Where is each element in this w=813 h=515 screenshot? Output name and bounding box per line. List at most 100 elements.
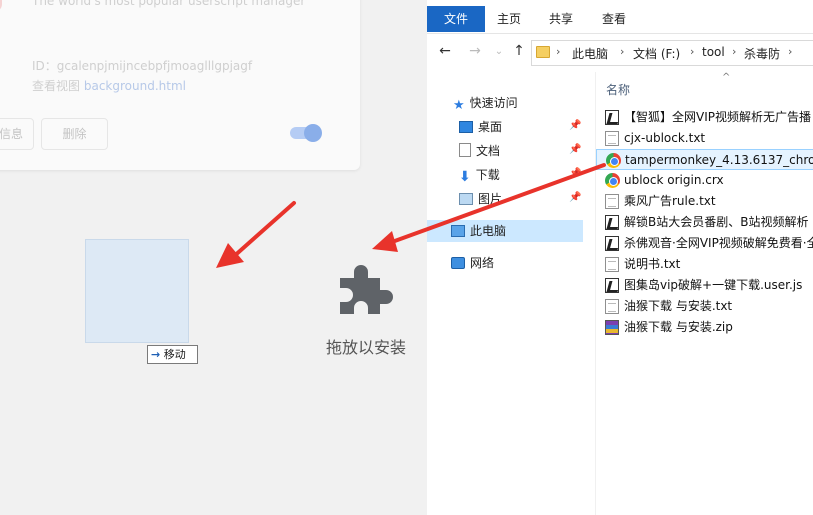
file-row[interactable]: ublock origin.crx bbox=[596, 170, 813, 191]
pin-icon[interactable]: 📌 bbox=[569, 192, 581, 203]
js-file-icon bbox=[605, 110, 619, 125]
file-row[interactable]: 【智狐】全网VIP视频解析无广告播 bbox=[596, 107, 813, 128]
nav-network-label: 网络 bbox=[470, 256, 495, 270]
forward-arrow-icon[interactable]: → bbox=[467, 43, 483, 59]
inspect-views: 查看视图 background.html bbox=[32, 77, 186, 94]
file-row[interactable]: 解锁B站大会员番剧、B站视频解析 bbox=[596, 212, 813, 233]
extension-card: The world's most popular userscript mana… bbox=[0, 0, 360, 170]
nav-pictures[interactable]: 图片 bbox=[459, 188, 502, 210]
nav-downloads-label: 下载 bbox=[475, 168, 500, 182]
nav-pictures-label: 图片 bbox=[478, 192, 503, 206]
puzzle-piece-icon bbox=[340, 265, 393, 314]
file-name: tampermonkey_4.13.6137_chrom bbox=[625, 153, 813, 167]
file-row[interactable]: 乘风广告rule.txt bbox=[596, 191, 813, 212]
txt-file-icon bbox=[605, 257, 619, 272]
tab-view[interactable]: 查看 bbox=[602, 7, 626, 31]
nav-quick-access[interactable]: ★ 快速访问 bbox=[453, 92, 518, 114]
file-name: 图集岛vip破解+一键下载.user.js bbox=[624, 278, 803, 292]
address-toolbar: ← → ⌄ ↑ › 此电脑 › 文档 (F:) › tool › 杀毒防 › bbox=[427, 34, 813, 72]
file-name: ublock origin.crx bbox=[624, 173, 724, 187]
nav-documents[interactable]: 文档 bbox=[459, 140, 500, 162]
recent-chevron-icon[interactable]: ⌄ bbox=[491, 46, 507, 57]
breadcrumb-separator-icon: › bbox=[690, 45, 695, 58]
extension-id: ID：gcalenpjmijncebpfjmoaglllgpjagf bbox=[32, 59, 253, 73]
address-bar[interactable]: › 此电脑 › 文档 (F:) › tool › 杀毒防 › bbox=[531, 40, 813, 66]
txt-file-icon bbox=[605, 299, 619, 314]
inspect-views-label: 查看视图 bbox=[32, 79, 81, 93]
sort-ascending-icon: ^ bbox=[722, 72, 731, 83]
file-row[interactable]: 油猴下载 与安装.txt bbox=[596, 296, 813, 317]
breadcrumb-separator-icon: › bbox=[788, 45, 793, 58]
breadcrumb-separator-icon: › bbox=[556, 45, 561, 58]
file-row[interactable]: 杀佛观音·全网VIP视频破解免费看·全 bbox=[596, 233, 813, 254]
file-name: 解锁B站大会员番剧、B站视频解析 bbox=[624, 215, 809, 229]
file-name: 油猴下载 与安装.zip bbox=[624, 320, 733, 334]
download-arrow-icon: ⬇ bbox=[459, 169, 471, 185]
tab-file[interactable]: 文件 bbox=[427, 6, 485, 32]
remove-button[interactable]: 删除 bbox=[41, 118, 108, 150]
background-page-link[interactable]: background.html bbox=[84, 79, 186, 93]
tab-share[interactable]: 共享 bbox=[549, 7, 573, 31]
file-name: 【智狐】全网VIP视频解析无广告播 bbox=[624, 110, 811, 124]
enable-toggle[interactable] bbox=[290, 124, 322, 142]
pin-icon[interactable]: 📌 bbox=[569, 144, 581, 155]
up-arrow-icon[interactable]: ↑ bbox=[511, 43, 527, 59]
extensions-page: The world's most popular userscript mana… bbox=[0, 0, 427, 515]
tab-home[interactable]: 主页 bbox=[497, 7, 521, 31]
extension-description: The world's most popular userscript mana… bbox=[32, 0, 306, 8]
file-row[interactable]: tampermonkey_4.13.6137_chrom bbox=[596, 149, 813, 170]
file-name: 说明书.txt bbox=[624, 257, 681, 271]
desktop-icon bbox=[459, 121, 473, 133]
drop-to-install-label: 拖放以安装 bbox=[326, 338, 407, 357]
back-arrow-icon[interactable]: ← bbox=[437, 43, 453, 59]
nav-network[interactable]: 网络 bbox=[451, 252, 494, 274]
breadcrumb-tool[interactable]: tool bbox=[702, 45, 725, 59]
file-row[interactable]: 说明书.txt bbox=[596, 254, 813, 275]
nav-downloads[interactable]: ⬇ 下载 bbox=[459, 164, 500, 186]
crx-file-icon bbox=[605, 173, 620, 188]
js-file-icon bbox=[605, 236, 619, 251]
breadcrumb-antivirus[interactable]: 杀毒防 bbox=[744, 45, 780, 62]
navigation-pane: ★ 快速访问 桌面 📌 文档 📌 ⬇ 下载 📌 图片 📌 此电脑 网络 bbox=[427, 72, 587, 515]
breadcrumb-separator-icon: › bbox=[732, 45, 737, 58]
file-row[interactable]: cjx-ublock.txt bbox=[596, 128, 813, 149]
star-icon: ★ bbox=[453, 98, 465, 113]
nav-this-pc-label: 此电脑 bbox=[470, 224, 507, 238]
js-file-icon bbox=[605, 215, 619, 230]
network-icon bbox=[451, 257, 465, 269]
file-name: 乘风广告rule.txt bbox=[624, 194, 716, 208]
folder-icon bbox=[536, 46, 550, 58]
nav-desktop[interactable]: 桌面 bbox=[459, 116, 502, 138]
file-row[interactable]: 图集岛vip破解+一键下载.user.js bbox=[596, 275, 813, 296]
pin-icon[interactable]: 📌 bbox=[569, 168, 581, 179]
ribbon-tabs: 文件 主页 共享 查看 bbox=[427, 0, 813, 34]
file-row[interactable]: 油猴下载 与安装.zip bbox=[596, 317, 813, 338]
move-tooltip: → 移动 bbox=[147, 345, 198, 364]
file-name: 杀佛观音·全网VIP视频破解免费看·全 bbox=[624, 236, 813, 250]
tampermonkey-logo-icon bbox=[0, 0, 2, 12]
nav-this-pc[interactable]: 此电脑 bbox=[427, 220, 583, 242]
drag-ghost-image bbox=[85, 239, 189, 343]
pin-icon[interactable]: 📌 bbox=[569, 120, 581, 131]
pictures-icon bbox=[459, 193, 473, 205]
breadcrumb-drive[interactable]: 文档 (F:) bbox=[633, 45, 680, 62]
zip-file-icon bbox=[605, 320, 619, 335]
move-tooltip-label: 移动 bbox=[163, 348, 186, 361]
crx-file-icon bbox=[606, 153, 621, 168]
file-name: cjx-ublock.txt bbox=[624, 131, 706, 145]
breadcrumb-this-pc[interactable]: 此电脑 bbox=[572, 45, 608, 62]
file-list: ^ 名称 【智狐】全网VIP视频解析无广告播 cjx-ublock.txt tamp… bbox=[595, 72, 813, 515]
nav-desktop-label: 桌面 bbox=[478, 120, 503, 134]
nav-quick-access-label: 快速访问 bbox=[469, 96, 518, 110]
details-button[interactable]: 细信息 bbox=[0, 118, 34, 150]
breadcrumb-separator-icon: › bbox=[620, 45, 625, 58]
column-header-name[interactable]: 名称 bbox=[606, 81, 630, 98]
nav-documents-label: 文档 bbox=[476, 144, 501, 158]
move-arrow-icon: → bbox=[151, 348, 161, 361]
txt-file-icon bbox=[605, 131, 619, 146]
file-name: 油猴下载 与安装.txt bbox=[624, 299, 733, 313]
file-explorer-window: 文件 主页 共享 查看 ← → ⌄ ↑ › 此电脑 › 文档 (F:) › to… bbox=[427, 0, 813, 515]
txt-file-icon bbox=[605, 194, 619, 209]
computer-icon bbox=[451, 225, 465, 237]
documents-icon bbox=[459, 143, 471, 157]
